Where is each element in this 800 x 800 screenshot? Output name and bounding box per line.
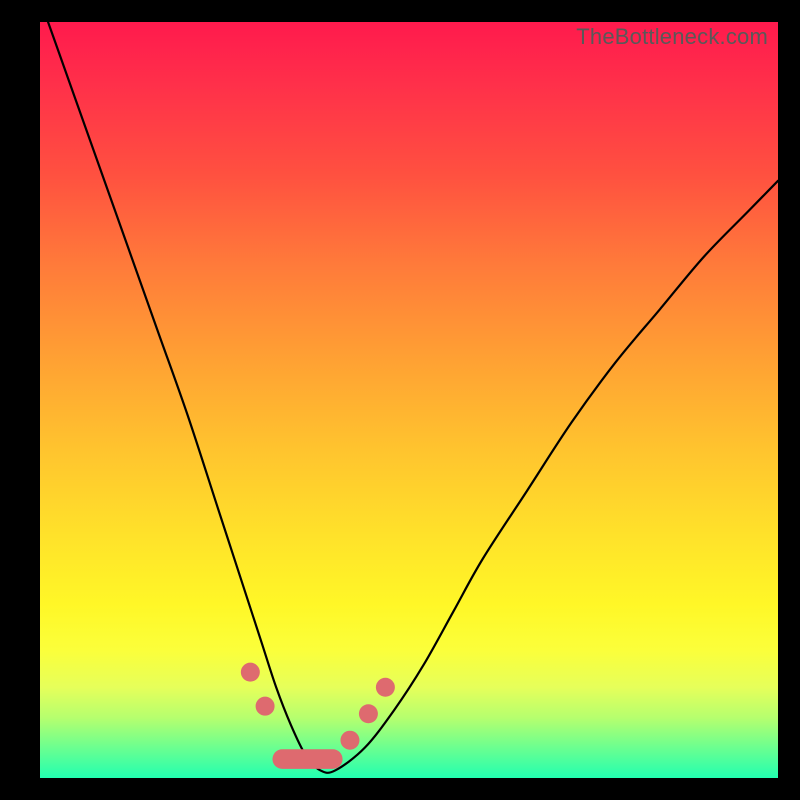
plot-area: TheBottleneck.com (40, 22, 778, 778)
curve-marker (340, 731, 359, 750)
curve-marker (241, 663, 260, 682)
marker-group (241, 663, 395, 750)
curve-marker (256, 697, 275, 716)
bottleneck-curve (40, 22, 778, 773)
chart-frame: TheBottleneck.com (0, 0, 800, 800)
chart-svg (40, 22, 778, 778)
flat-bottom-segment (272, 749, 342, 769)
curve-marker (376, 678, 395, 697)
curve-marker (359, 704, 378, 723)
